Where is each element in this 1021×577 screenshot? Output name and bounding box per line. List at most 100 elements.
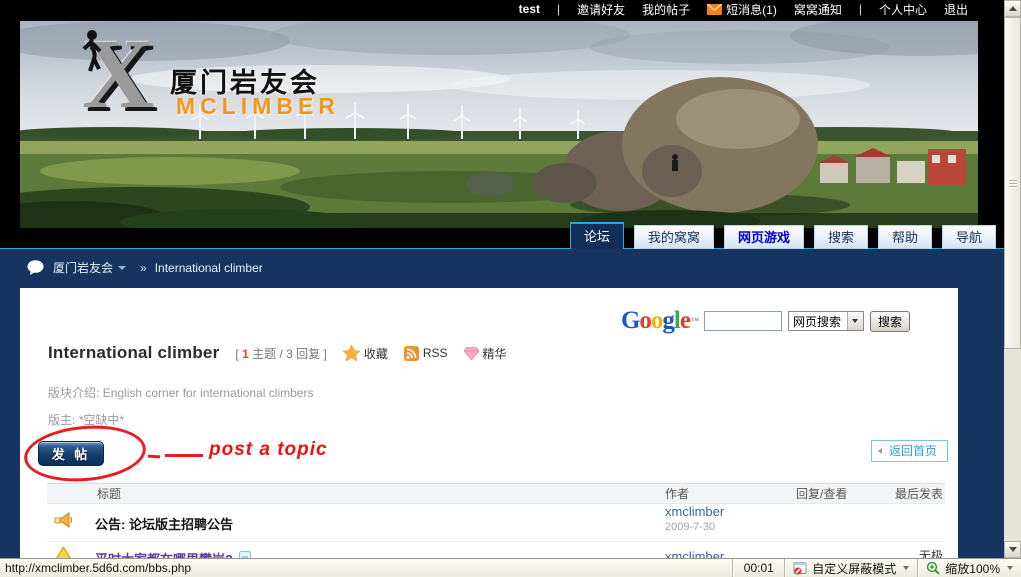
tab-label: 帮助: [892, 230, 918, 245]
last-poster: [868, 504, 945, 541]
logo-letter: G: [621, 307, 639, 334]
separator: |: [557, 2, 560, 16]
tab-forum[interactable]: 论坛: [570, 222, 624, 249]
last-poster-link[interactable]: 无极: [868, 542, 945, 558]
breadcrumb-current[interactable]: International climber: [155, 261, 263, 275]
author-link[interactable]: xmclimber: [665, 549, 788, 558]
block-mode-label: 自定义屏蔽模式: [812, 560, 896, 577]
envelope-icon: [707, 4, 722, 15]
chevron-down-icon: [118, 266, 126, 270]
notifications-link[interactable]: 窝窝通知: [794, 1, 842, 18]
favorite-link[interactable]: 收藏: [343, 345, 388, 362]
table-row: 公告: 论坛版主招聘公告 xmclimber 2009-7-30: [47, 504, 945, 542]
profile-link[interactable]: 个人中心: [879, 1, 927, 18]
logo-letter: g: [662, 307, 674, 334]
topic-count: 1: [242, 347, 249, 361]
search-mode-select[interactable]: 网页搜索: [788, 311, 864, 331]
top-user-bar: test | 邀请好友 我的帖子 短消息(1) 窝窝通知 | 个人中心 退出: [0, 0, 1004, 18]
forum-intro: 版块介绍: English corner for international c…: [48, 384, 313, 401]
breadcrumb-home-label: 厦门岩友会: [53, 259, 113, 276]
messages-link[interactable]: 短消息(1): [726, 1, 777, 18]
search-button[interactable]: 搜索: [870, 311, 910, 332]
tab-label: 我的窝窝: [648, 230, 700, 245]
forum-heading: International climber [ 1 主题 / 3 回复 ] 收藏…: [48, 343, 507, 363]
bracket: [: [235, 347, 238, 361]
block-mode-dropdown[interactable]: 自定义屏蔽模式: [784, 559, 917, 577]
zoom-dropdown[interactable]: 缩放100%: [917, 559, 1021, 577]
my-posts-link[interactable]: 我的帖子: [642, 1, 690, 18]
forum-stats: [ 1 主题 / 3 回复 ]: [235, 345, 326, 362]
header-last-post: 最后发表: [868, 484, 945, 504]
table-header: 标题 作者 回复/查看 最后发表: [47, 483, 945, 504]
scroll-down-button[interactable]: [1004, 541, 1021, 558]
status-bar: http://xmclimber.5d6d.com/bbs.php 00:01 …: [0, 558, 1021, 577]
tab-navigation[interactable]: 导航: [942, 225, 996, 249]
google-search-bar: Google™ 网页搜索 搜索: [621, 310, 910, 332]
arrow-left-icon: [878, 448, 882, 454]
rss-label: RSS: [423, 346, 448, 360]
post-date: 2009-7-30: [665, 521, 788, 533]
vertical-scrollbar[interactable]: [1004, 0, 1021, 558]
header-replies: 回复/查看: [788, 484, 868, 504]
separator: |: [859, 2, 862, 16]
breadcrumb-separator: »: [140, 261, 147, 275]
post-topic-button[interactable]: 发 帖: [38, 441, 104, 466]
scroll-up-button[interactable]: [1004, 0, 1021, 17]
chevron-down-icon: [903, 566, 909, 570]
status-timer: 00:01: [732, 559, 784, 577]
bracket: ]: [323, 347, 326, 361]
tab-label: 搜索: [828, 230, 854, 245]
chevron-down-icon: [852, 319, 858, 323]
megaphone-icon: [53, 512, 73, 529]
username-link[interactable]: test: [519, 2, 540, 16]
tab-my-space[interactable]: 我的窝窝: [634, 225, 714, 249]
status-url: http://xmclimber.5d6d.com/bbs.php: [0, 561, 732, 575]
moderator-label: 版主:: [48, 413, 75, 427]
rss-icon: [404, 346, 419, 361]
breadcrumb-home-link[interactable]: 厦门岩友会: [53, 259, 126, 276]
zoom-label: 缩放100%: [945, 560, 1000, 577]
forum-moderator: 版主: *空缺中*: [48, 411, 124, 428]
sticky-triangle-icon: [55, 547, 72, 558]
scrollbar-thumb[interactable]: [1004, 17, 1021, 349]
tab-web-games[interactable]: 网页游戏: [724, 225, 804, 249]
breadcrumb: 厦门岩友会 » International climber: [0, 248, 1004, 286]
author-link[interactable]: xmclimber: [665, 504, 788, 519]
site-logo: X 厦门岩友会 MCLIMBER: [42, 21, 372, 151]
moderator-value: *空缺中*: [79, 413, 124, 427]
search-input[interactable]: [704, 311, 782, 331]
select-dropdown-button[interactable]: [847, 312, 863, 330]
annotation-line: [165, 454, 203, 457]
topic-title-link[interactable]: 平时大家都在哪里攀岩?: [95, 549, 233, 558]
scrollbar-track[interactable]: [1004, 349, 1021, 541]
trademark-symbol: ™: [691, 316, 698, 325]
search-mode-value: 网页搜索: [789, 313, 847, 330]
google-logo: Google™: [621, 310, 698, 332]
thumb-grip: [1009, 180, 1017, 188]
favorite-label: 收藏: [364, 345, 388, 362]
arrow-down-icon: [1009, 547, 1017, 552]
chevron-down-icon: [1007, 566, 1013, 570]
logout-link[interactable]: 退出: [944, 1, 968, 18]
rss-link[interactable]: RSS: [404, 346, 448, 361]
speech-bubble-icon: [27, 260, 44, 275]
tab-label: 导航: [956, 230, 982, 245]
back-home-button[interactable]: 返回首页: [871, 440, 948, 462]
back-home-label: 返回首页: [889, 444, 937, 458]
content-block-icon: [793, 562, 807, 575]
site-name-english: MCLIMBER: [176, 93, 340, 120]
annotation-line: [148, 455, 160, 459]
tab-help[interactable]: 帮助: [878, 225, 932, 249]
main-nav-tabs: 论坛 我的窝窝 网页游戏 搜索 帮助 导航: [570, 222, 996, 249]
site-banner: X 厦门岩友会 MCLIMBER: [20, 21, 978, 228]
digest-link[interactable]: 精华: [464, 345, 507, 362]
logo-letter: e: [680, 307, 690, 334]
tab-label: 网页游戏: [738, 230, 790, 245]
topic-title-link[interactable]: 公告: 论坛版主招聘公告: [95, 504, 653, 541]
browser-window: test | 邀请好友 我的帖子 短消息(1) 窝窝通知 | 个人中心 退出: [0, 0, 1021, 577]
tab-search[interactable]: 搜索: [814, 225, 868, 249]
forum-title: International climber: [48, 343, 219, 363]
intro-label: 版块介绍:: [48, 386, 99, 400]
logo-letter: o: [651, 307, 663, 334]
invite-friends-link[interactable]: 邀请好友: [577, 1, 625, 18]
